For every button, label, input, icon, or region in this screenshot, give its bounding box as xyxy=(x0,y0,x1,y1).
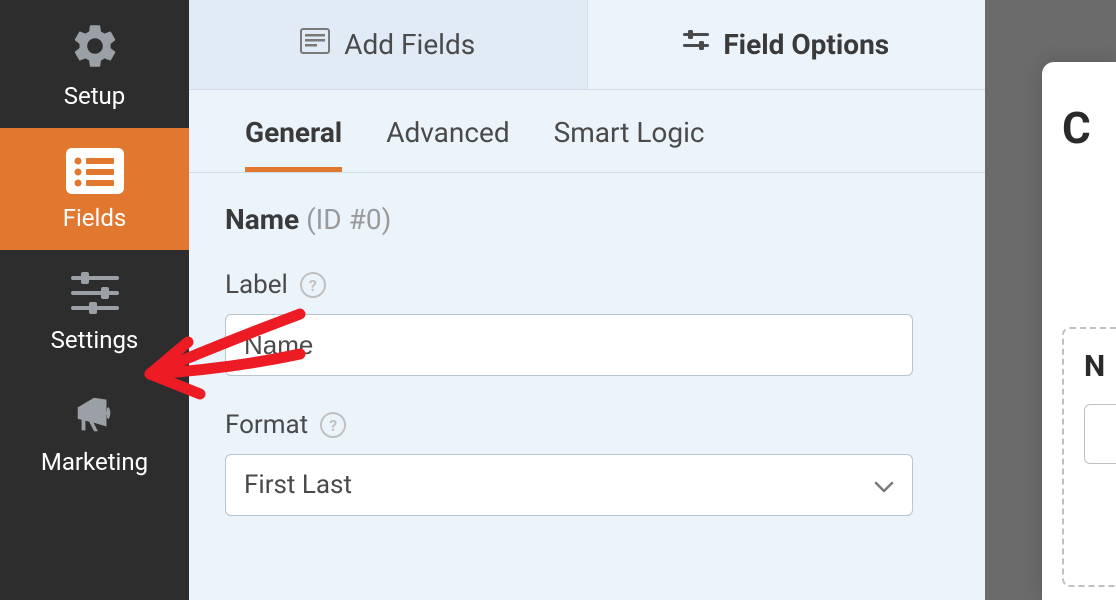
list-icon xyxy=(0,148,189,194)
sidebar-item-label: Fields xyxy=(0,204,189,232)
sidebar-item-marketing[interactable]: Marketing xyxy=(0,372,189,494)
sub-tab-advanced[interactable]: Advanced xyxy=(386,90,509,172)
sub-tabs: General Advanced Smart Logic xyxy=(189,90,985,173)
field-title: Name (ID #0) xyxy=(225,203,929,236)
sidebar-item-label: Settings xyxy=(0,326,189,354)
tab-label: Add Fields xyxy=(344,28,475,61)
sub-tab-general[interactable]: General xyxy=(245,90,342,172)
tab-add-fields[interactable]: Add Fields xyxy=(189,0,588,89)
options-panel: Name (ID #0) Label ? Format ? First Last xyxy=(189,173,985,516)
sidebar-item-label: Marketing xyxy=(0,448,189,476)
field-id: (ID #0) xyxy=(306,203,391,236)
sidebar: Setup Fields Settings Marketing xyxy=(0,0,189,600)
sliders-icon xyxy=(683,28,709,61)
sidebar-item-settings[interactable]: Settings xyxy=(0,250,189,372)
help-icon[interactable]: ? xyxy=(300,272,326,298)
preview-card: C N xyxy=(1042,62,1116,600)
main-panel: Add Fields Field Options General Advance… xyxy=(189,0,985,600)
field-name: Name xyxy=(225,203,299,236)
chevron-down-icon xyxy=(874,470,894,500)
right-gutter: C N xyxy=(985,0,1116,600)
form-icon xyxy=(300,28,330,61)
preview-label-fragment: N xyxy=(1084,349,1116,384)
bullhorn-icon xyxy=(0,392,189,438)
select-value: First Last xyxy=(244,470,352,500)
tab-label: Field Options xyxy=(723,28,889,61)
sub-tab-smart-logic[interactable]: Smart Logic xyxy=(554,90,705,172)
help-icon[interactable]: ? xyxy=(320,412,346,438)
tab-field-options[interactable]: Field Options xyxy=(588,0,986,89)
preview-input-fragment xyxy=(1084,404,1116,464)
gear-icon xyxy=(0,20,189,72)
top-tabs: Add Fields Field Options xyxy=(189,0,985,90)
label-input[interactable] xyxy=(225,314,913,376)
sidebar-item-fields[interactable]: Fields xyxy=(0,128,189,250)
format-caption: Format ? xyxy=(225,410,929,440)
preview-title-fragment: C xyxy=(1062,102,1091,154)
format-select[interactable]: First Last xyxy=(225,454,913,516)
sidebar-item-setup[interactable]: Setup xyxy=(0,0,189,128)
sliders-icon xyxy=(0,270,189,316)
preview-field-outline: N xyxy=(1062,327,1116,587)
label-caption: Label ? xyxy=(225,270,929,300)
sidebar-item-label: Setup xyxy=(0,82,189,110)
